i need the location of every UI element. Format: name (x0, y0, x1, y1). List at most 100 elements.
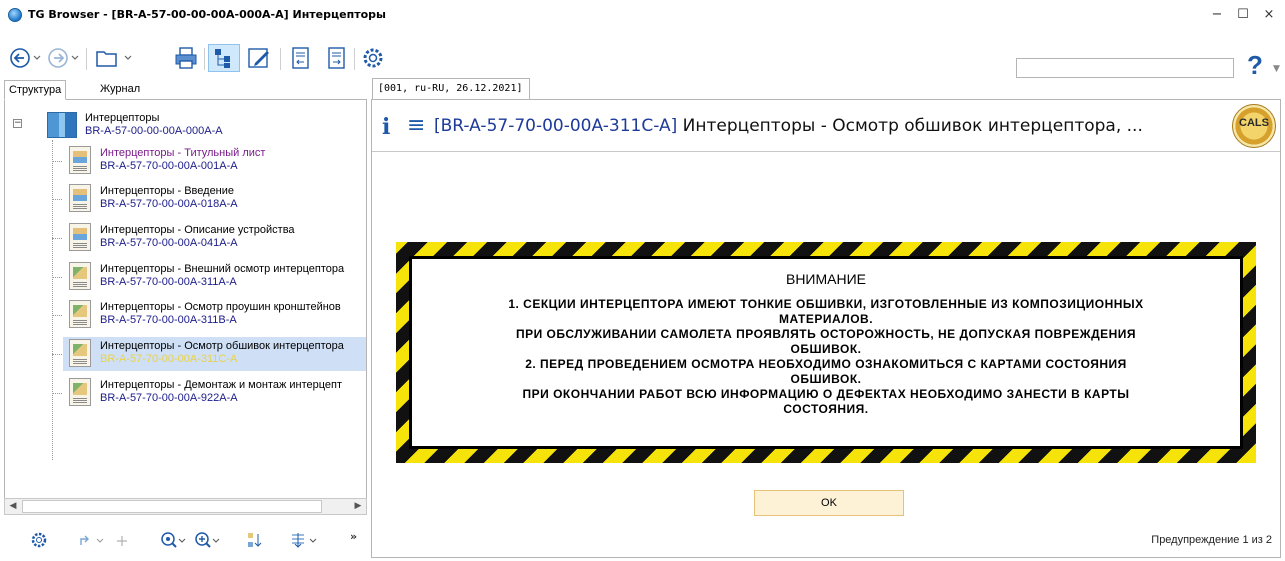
sort-button[interactable] (246, 530, 266, 550)
document-title-text: Интерцепторы - Осмотр обшивок интерцепто… (677, 116, 1143, 136)
tree-root-code[interactable]: BR-A-57-00-00-00A-000A-A (85, 125, 223, 137)
scroll-left-arrow-icon[interactable]: ◀ (6, 500, 20, 513)
structure-tree-panel: − Интерцепторы BR-A-57-00-00-00A-000A-A … (4, 99, 367, 511)
tree-horizontal-scrollbar[interactable]: ◀ ▶ (4, 498, 367, 515)
warning-line: 1. СЕКЦИИ ИНТЕРЦЕПТОРА ИМЕЮТ ТОНКИЕ ОБШИ… (508, 297, 1144, 311)
document-icon (69, 223, 91, 251)
tree-item-skin-inspection[interactable]: Интерцепторы - Осмотр обшивок интерцепто… (63, 337, 366, 371)
warning-line: ПРИ ОБСЛУЖИВАНИИ САМОЛЕТА ПРОЯВЛЯТЬ ОСТО… (515, 327, 1137, 341)
title-bar: TG Browser - [BR-A-57-00-00-00A-000A-A] … (0, 0, 1285, 30)
warning-box: ВНИМАНИЕ 1. СЕКЦИИ ИНТЕРЦЕПТОРА ИМЕЮТ ТО… (409, 256, 1243, 449)
tree-item-title: Интерцепторы - Титульный лист (100, 147, 266, 159)
tree-root-title[interactable]: Интерцепторы (85, 112, 159, 124)
more-tools-chevron-icon[interactable]: » (350, 526, 357, 546)
tree-item-description[interactable]: Интерцепторы - Описание устройства BR-A-… (63, 221, 366, 255)
minimize-button[interactable]: − (1206, 6, 1228, 24)
left-panel-tabs: Структура Журнал (0, 78, 370, 100)
ok-button[interactable]: OK (754, 490, 904, 516)
tab-journal[interactable]: Журнал (96, 80, 144, 100)
warning-line: ОБШИВОК. (790, 342, 862, 356)
cals-logo-text: CALS (1239, 117, 1269, 129)
procedure-document-icon (69, 378, 91, 406)
toolbar-separator (280, 48, 281, 70)
tree-item-code: BR-A-57-70-00-00A-311C-A (100, 353, 238, 365)
sort-icon (248, 533, 262, 547)
collapse-tree-icon (117, 536, 127, 546)
document-view-panel: i ≡ [BR-A-57-70-00-00A-311C-A] Интерцепт… (371, 99, 1281, 558)
tree-item-code: BR-A-57-70-00-00A-311B-A (100, 314, 237, 326)
search-input[interactable] (1016, 58, 1234, 78)
tree-tools-toolbar: » (0, 522, 370, 558)
toolbar-separator (354, 48, 355, 70)
info-icon[interactable]: i (382, 114, 390, 140)
toolbar-separator (204, 48, 205, 70)
edit-button[interactable] (244, 44, 274, 72)
settings-button[interactable] (358, 44, 388, 72)
tree-settings-button[interactable] (30, 530, 48, 550)
expand-tree-icon (80, 535, 104, 545)
prev-document-button[interactable] (288, 44, 314, 72)
tree-connector (52, 354, 62, 355)
collapse-toggle-icon[interactable]: − (13, 119, 22, 128)
forward-button[interactable] (46, 44, 82, 72)
prev-doc-icon (292, 47, 309, 69)
tree-item-code: BR-A-57-70-00-00A-041A-A (100, 237, 238, 249)
back-button[interactable] (8, 44, 44, 72)
settings-icon (363, 48, 383, 68)
tree-item-title: Интерцепторы - Осмотр проушин кронштейно… (100, 301, 341, 313)
warning-line: 2. ПЕРЕД ПРОВЕДЕНИЕМ ОСМОТРА НЕОБХОДИМО … (525, 357, 1127, 371)
expand-button[interactable] (78, 530, 108, 550)
collapse-button[interactable] (113, 530, 131, 550)
print-icon (175, 47, 197, 69)
help-dropdown-icon[interactable]: ▼ (1273, 64, 1280, 74)
tree-item-title: Интерцепторы - Внешний осмотр интерцепто… (100, 263, 345, 275)
maximize-button[interactable]: ☐ (1232, 6, 1254, 24)
tree-connector (52, 140, 53, 460)
tree-item-removal-installation[interactable]: Интерцепторы - Демонтаж и монтаж интерце… (63, 376, 366, 410)
back-icon (10, 48, 41, 68)
tree-item-external-inspection[interactable]: Интерцепторы - Внешний осмотр интерцепто… (63, 260, 366, 294)
warning-line: ПРИ ОКОНЧАНИИ РАБОТ ВСЮ ИНФОРМАЦИЮ О ДЕФ… (522, 387, 1130, 401)
zoom-in-button[interactable] (160, 530, 186, 550)
scrollbar-thumb[interactable] (22, 500, 322, 513)
warning-line: МАТЕРИАЛОВ. (778, 312, 874, 326)
procedure-document-icon (69, 262, 91, 290)
tree-item-title-page[interactable]: Интерцепторы - Титульный лист BR-A-57-70… (63, 144, 366, 178)
warning-hazard-frame: ВНИМАНИЕ 1. СЕКЦИИ ИНТЕРЦЕПТОРА ИМЕЮТ ТО… (396, 242, 1256, 463)
next-document-button[interactable] (324, 44, 350, 72)
tree-item-code: BR-A-57-70-00-00A-001A-A (100, 160, 238, 172)
tree-connector (52, 315, 62, 316)
next-doc-icon (328, 47, 345, 69)
settings-icon (31, 532, 47, 548)
structure-icon (215, 49, 230, 68)
window-title: TG Browser - [BR-A-57-00-00-00A-000A-A] … (28, 8, 386, 21)
find-icon (195, 532, 220, 548)
print-button[interactable] (172, 44, 200, 72)
tab-structure[interactable]: Структура (4, 80, 67, 100)
filter-button[interactable] (290, 530, 320, 550)
tree-item-title: Интерцепторы - Осмотр обшивок интерцепто… (100, 340, 344, 352)
tree-item-bracket-inspection[interactable]: Интерцепторы - Осмотр проушин кронштейно… (63, 298, 366, 332)
warning-counter: Предупреждение 1 из 2 (1151, 534, 1272, 546)
close-button[interactable]: × (1258, 6, 1280, 24)
document-icon (69, 146, 91, 174)
warning-line: ОБШИВОК. (790, 372, 862, 386)
filter-icon (292, 533, 317, 548)
edit-icon (248, 48, 269, 68)
tree-connector (52, 199, 62, 200)
document-tab[interactable]: [001, ru-RU, 26.12.2021] (372, 78, 530, 100)
document-code: [BR-A-57-70-00-00A-311C-A] (434, 116, 678, 136)
tree-item-introduction[interactable]: Интерцепторы - Введение BR-A-57-70-00-00… (63, 182, 366, 216)
tree-item-code: BR-A-57-70-00-00A-922A-A (100, 392, 238, 404)
structure-toggle-button[interactable] (208, 44, 240, 72)
folder-book-icon (47, 112, 77, 138)
open-button[interactable] (92, 44, 136, 72)
help-button[interactable]: ? (1247, 50, 1263, 81)
warning-text: 1. СЕКЦИИ ИНТЕРЦЕПТОРА ИМЕЮТ ТОНКИЕ ОБШИ… (412, 297, 1240, 417)
find-button[interactable] (194, 530, 220, 550)
app-globe-icon (8, 8, 22, 22)
menu-icon[interactable]: ≡ (407, 113, 425, 138)
scroll-right-arrow-icon[interactable]: ▶ (351, 500, 365, 513)
tree-connector (52, 277, 62, 278)
tree-item-code: BR-A-57-70-00-00A-311A-A (100, 276, 237, 288)
